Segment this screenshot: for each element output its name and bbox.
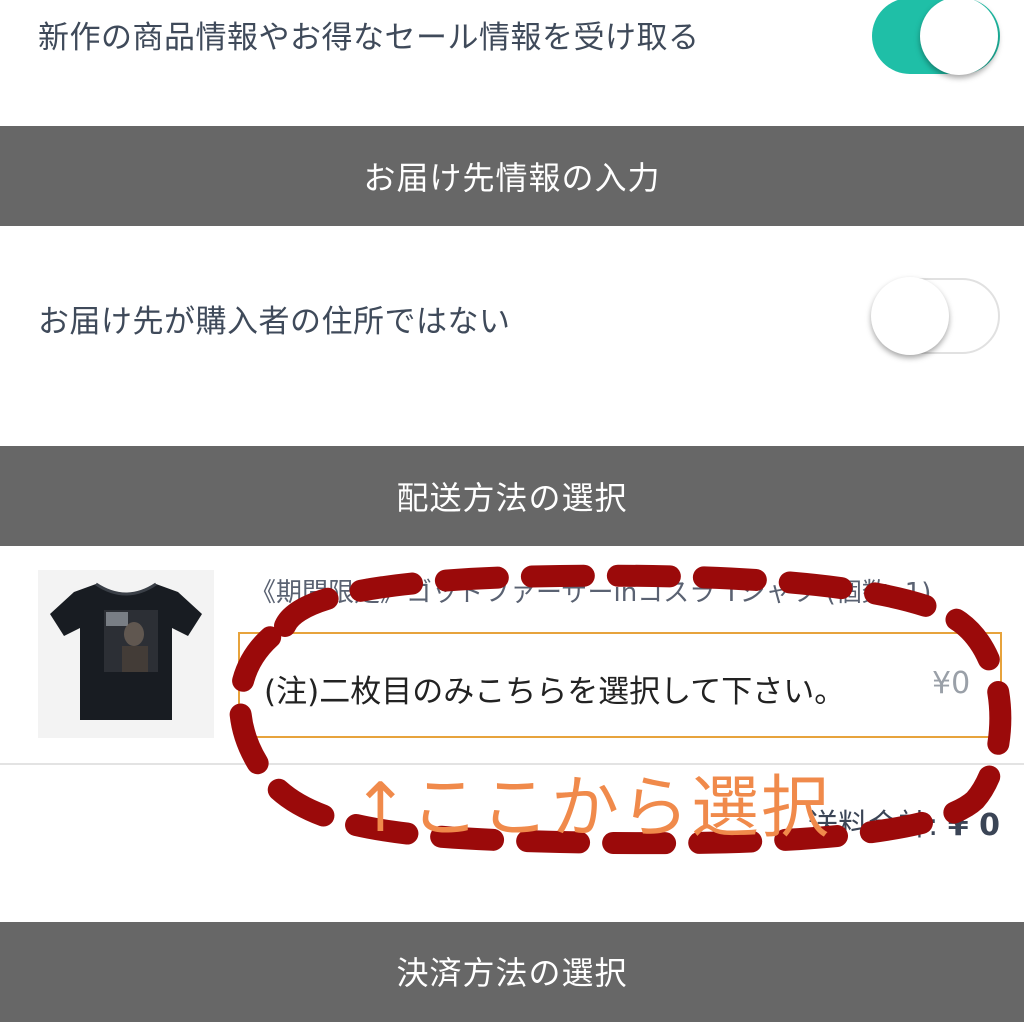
delivery-section-header: お届け先情報の入力 — [0, 126, 1024, 226]
newsletter-toggle[interactable] — [872, 0, 1000, 75]
alt-address-row: お届け先が購入者の住所ではない — [0, 226, 1024, 446]
payment-section-title: 決済方法の選択 — [396, 954, 628, 992]
shipping-total-value: ¥ 0 — [947, 808, 1000, 843]
alt-address-toggle[interactable] — [871, 277, 1000, 355]
shipping-method-select[interactable]: (注)二枚目のみこちらを選択して下さい。 ¥0 — [238, 632, 1002, 738]
newsletter-label: 新作の商品情報やお得なセール情報を受け取る — [38, 20, 700, 56]
shipping-total: 送料合計: ¥ 0 — [808, 800, 1000, 844]
payment-section-header: 決済方法の選択 — [0, 922, 1024, 1022]
selected-shipping-price: ¥0 — [932, 666, 971, 701]
toggle-knob — [920, 0, 998, 75]
newsletter-row: 新作の商品情報やお得なセール情報を受け取る — [0, 0, 1024, 126]
product-title: 《期間限定》ゴッドファーザーinコスラ Tシャツ (個数: 1) — [250, 578, 932, 608]
toggle-knob — [871, 277, 949, 355]
selected-shipping-option: (注)二枚目のみこちらを選択して下さい。 — [264, 674, 846, 710]
tshirt-product-image — [38, 570, 214, 738]
shipping-section-header: 配送方法の選択 — [0, 446, 1024, 546]
alt-address-label: お届け先が購入者の住所ではない — [38, 304, 511, 340]
annotation-select-here: ↑ここから選択 — [352, 769, 831, 848]
